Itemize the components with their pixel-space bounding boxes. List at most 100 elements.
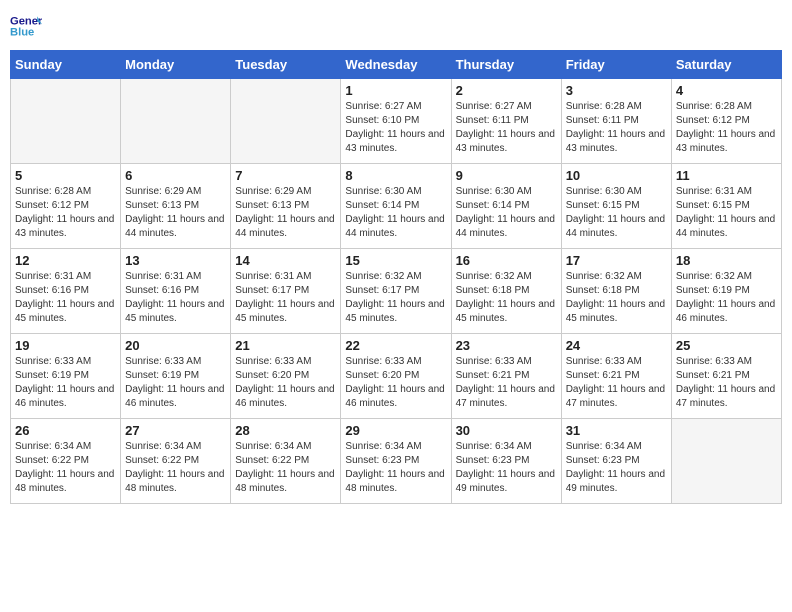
day-number: 13: [125, 253, 226, 268]
day-info: Sunrise: 6:33 AM Sunset: 6:21 PM Dayligh…: [566, 355, 667, 411]
day-info: Sunrise: 6:31 AM Sunset: 6:16 PM Dayligh…: [125, 270, 226, 326]
day-info: Sunrise: 6:33 AM Sunset: 6:20 PM Dayligh…: [345, 355, 446, 411]
calendar-cell: 3 Sunrise: 6:28 AM Sunset: 6:11 PM Daylig…: [561, 79, 671, 164]
calendar-cell: 12Sunrise: 6:31 AM Sunset: 6:16 PM Dayli…: [11, 249, 121, 334]
day-info: Sunrise: 6:32 AM Sunset: 6:17 PM Dayligh…: [345, 270, 446, 326]
day-number: 14: [235, 253, 336, 268]
day-number: 21: [235, 338, 336, 353]
calendar-cell: 23 Sunrise: 6:33 AM Sunset: 6:21 PM Dayli…: [451, 334, 561, 419]
day-number: 17: [566, 253, 667, 268]
calendar-cell: [671, 419, 781, 504]
day-info: Sunrise: 6:33 AM Sunset: 6:21 PM Dayligh…: [456, 355, 557, 411]
day-number: 15: [345, 253, 446, 268]
day-info: Sunrise: 6:33 AM Sunset: 6:20 PM Dayligh…: [235, 355, 336, 411]
day-number: 31: [566, 423, 667, 438]
logo-icon: General Blue: [10, 10, 42, 42]
calendar-cell: 4 Sunrise: 6:28 AM Sunset: 6:12 PM Daylig…: [671, 79, 781, 164]
calendar-cell: 14 Sunrise: 6:31 AM Sunset: 6:17 PM Dayli…: [231, 249, 341, 334]
day-header-wednesday: Wednesday: [341, 51, 451, 79]
day-number: 29: [345, 423, 446, 438]
day-number: 26: [15, 423, 116, 438]
day-info: Sunrise: 6:34 AM Sunset: 6:22 PM Dayligh…: [235, 440, 336, 496]
calendar-cell: 5 Sunrise: 6:28 AM Sunset: 6:12 PM Daylig…: [11, 164, 121, 249]
day-number: 5: [15, 168, 116, 183]
day-info: Sunrise: 6:30 AM Sunset: 6:14 PM Dayligh…: [345, 185, 446, 241]
day-info: Sunrise: 6:33 AM Sunset: 6:19 PM Dayligh…: [15, 355, 116, 411]
day-header-saturday: Saturday: [671, 51, 781, 79]
day-number: 23: [456, 338, 557, 353]
calendar-cell: 18Sunrise: 6:32 AM Sunset: 6:19 PM Dayli…: [671, 249, 781, 334]
calendar-cell: 2Sunrise: 6:27 AM Sunset: 6:11 PM Daylig…: [451, 79, 561, 164]
day-number: 6: [125, 168, 226, 183]
calendar-cell: 13 Sunrise: 6:31 AM Sunset: 6:16 PM Dayli…: [121, 249, 231, 334]
calendar-cell: 20Sunrise: 6:33 AM Sunset: 6:19 PM Dayli…: [121, 334, 231, 419]
day-number: 7: [235, 168, 336, 183]
calendar-cell: 11 Sunrise: 6:31 AM Sunset: 6:15 PM Dayli…: [671, 164, 781, 249]
day-info: Sunrise: 6:31 AM Sunset: 6:17 PM Dayligh…: [235, 270, 336, 326]
day-number: 10: [566, 168, 667, 183]
calendar-cell: 31 Sunrise: 6:34 AM Sunset: 6:23 PM Dayli…: [561, 419, 671, 504]
day-number: 12: [15, 253, 116, 268]
day-number: 16: [456, 253, 557, 268]
calendar-cell: 26 Sunrise: 6:34 AM Sunset: 6:22 PM Dayli…: [11, 419, 121, 504]
week-row-2: 5 Sunrise: 6:28 AM Sunset: 6:12 PM Daylig…: [11, 164, 782, 249]
week-row-5: 26 Sunrise: 6:34 AM Sunset: 6:22 PM Dayli…: [11, 419, 782, 504]
calendar-cell: 21 Sunrise: 6:33 AM Sunset: 6:20 PM Dayli…: [231, 334, 341, 419]
day-info: Sunrise: 6:27 AM Sunset: 6:10 PM Dayligh…: [345, 100, 446, 156]
day-info: Sunrise: 6:28 AM Sunset: 6:11 PM Dayligh…: [566, 100, 667, 156]
day-info: Sunrise: 6:27 AM Sunset: 6:11 PM Dayligh…: [456, 100, 557, 156]
day-number: 18: [676, 253, 777, 268]
day-number: 9: [456, 168, 557, 183]
day-info: Sunrise: 6:28 AM Sunset: 6:12 PM Dayligh…: [676, 100, 777, 156]
day-number: 11: [676, 168, 777, 183]
calendar-cell: 6 Sunrise: 6:29 AM Sunset: 6:13 PM Daylig…: [121, 164, 231, 249]
day-info: Sunrise: 6:30 AM Sunset: 6:15 PM Dayligh…: [566, 185, 667, 241]
day-info: Sunrise: 6:34 AM Sunset: 6:23 PM Dayligh…: [345, 440, 446, 496]
day-info: Sunrise: 6:32 AM Sunset: 6:18 PM Dayligh…: [566, 270, 667, 326]
day-number: 28: [235, 423, 336, 438]
day-number: 27: [125, 423, 226, 438]
week-row-4: 19 Sunrise: 6:33 AM Sunset: 6:19 PM Dayli…: [11, 334, 782, 419]
calendar-cell: 7 Sunrise: 6:29 AM Sunset: 6:13 PM Daylig…: [231, 164, 341, 249]
calendar-cell: 8 Sunrise: 6:30 AM Sunset: 6:14 PM Daylig…: [341, 164, 451, 249]
day-number: 25: [676, 338, 777, 353]
calendar-cell: 1Sunrise: 6:27 AM Sunset: 6:10 PM Daylig…: [341, 79, 451, 164]
day-header-friday: Friday: [561, 51, 671, 79]
day-info: Sunrise: 6:30 AM Sunset: 6:14 PM Dayligh…: [456, 185, 557, 241]
week-row-1: 1Sunrise: 6:27 AM Sunset: 6:10 PM Daylig…: [11, 79, 782, 164]
calendar-cell: [121, 79, 231, 164]
calendar-cell: 28 Sunrise: 6:34 AM Sunset: 6:22 PM Dayli…: [231, 419, 341, 504]
day-number: 4: [676, 83, 777, 98]
calendar-cell: 30Sunrise: 6:34 AM Sunset: 6:23 PM Dayli…: [451, 419, 561, 504]
header-row: SundayMondayTuesdayWednesdayThursdayFrid…: [11, 51, 782, 79]
day-number: 22: [345, 338, 446, 353]
calendar-cell: 24Sunrise: 6:33 AM Sunset: 6:21 PM Dayli…: [561, 334, 671, 419]
day-info: Sunrise: 6:34 AM Sunset: 6:22 PM Dayligh…: [15, 440, 116, 496]
day-info: Sunrise: 6:34 AM Sunset: 6:22 PM Dayligh…: [125, 440, 226, 496]
calendar-cell: 22 Sunrise: 6:33 AM Sunset: 6:20 PM Dayli…: [341, 334, 451, 419]
day-info: Sunrise: 6:29 AM Sunset: 6:13 PM Dayligh…: [125, 185, 226, 241]
calendar-cell: 29 Sunrise: 6:34 AM Sunset: 6:23 PM Dayli…: [341, 419, 451, 504]
day-header-monday: Monday: [121, 51, 231, 79]
day-header-tuesday: Tuesday: [231, 51, 341, 79]
page-header: General Blue: [10, 10, 782, 42]
day-info: Sunrise: 6:31 AM Sunset: 6:15 PM Dayligh…: [676, 185, 777, 241]
day-number: 19: [15, 338, 116, 353]
calendar-cell: 15 Sunrise: 6:32 AM Sunset: 6:17 PM Dayli…: [341, 249, 451, 334]
day-number: 30: [456, 423, 557, 438]
day-number: 3: [566, 83, 667, 98]
calendar-cell: [231, 79, 341, 164]
day-info: Sunrise: 6:33 AM Sunset: 6:19 PM Dayligh…: [125, 355, 226, 411]
day-info: Sunrise: 6:34 AM Sunset: 6:23 PM Dayligh…: [566, 440, 667, 496]
day-header-sunday: Sunday: [11, 51, 121, 79]
logo: General Blue: [10, 10, 44, 42]
day-info: Sunrise: 6:32 AM Sunset: 6:18 PM Dayligh…: [456, 270, 557, 326]
calendar-cell: [11, 79, 121, 164]
day-info: Sunrise: 6:29 AM Sunset: 6:13 PM Dayligh…: [235, 185, 336, 241]
calendar-cell: 16 Sunrise: 6:32 AM Sunset: 6:18 PM Dayli…: [451, 249, 561, 334]
calendar-cell: 17 Sunrise: 6:32 AM Sunset: 6:18 PM Dayli…: [561, 249, 671, 334]
day-number: 8: [345, 168, 446, 183]
calendar-cell: 10 Sunrise: 6:30 AM Sunset: 6:15 PM Dayli…: [561, 164, 671, 249]
calendar-table: SundayMondayTuesdayWednesdayThursdayFrid…: [10, 50, 782, 504]
day-info: Sunrise: 6:28 AM Sunset: 6:12 PM Dayligh…: [15, 185, 116, 241]
